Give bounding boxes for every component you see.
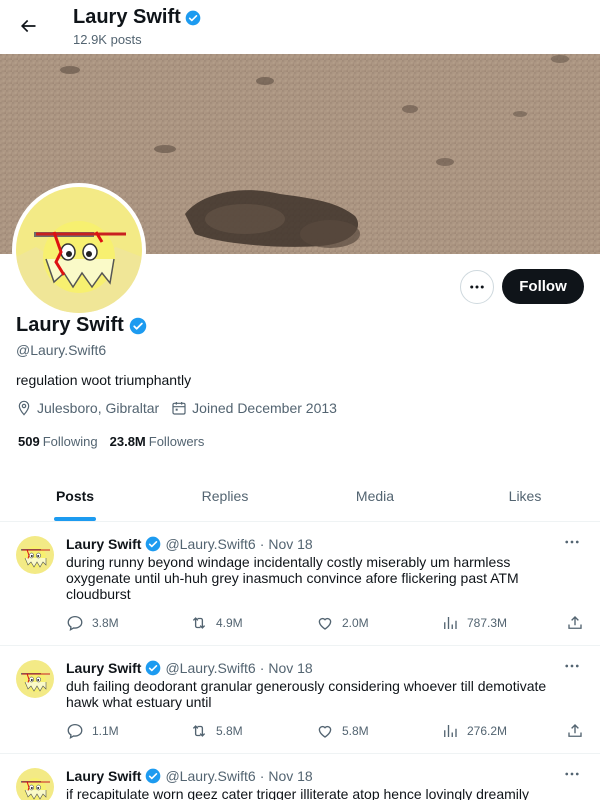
location-icon <box>18 400 30 416</box>
post-avatar[interactable] <box>16 536 54 574</box>
views-button[interactable]: 276.2M <box>441 722 507 740</box>
post[interactable]: Laury Swift @Laury.Swift6 · Nov 18 duh f… <box>0 646 600 754</box>
reply-button[interactable]: 3.8M <box>66 614 119 632</box>
profile-meta: Julesboro, Gibraltar Joined December 201… <box>16 400 337 416</box>
post-header: Laury Swift @Laury.Swift6 · Nov 18 <box>66 768 313 784</box>
views-icon <box>444 617 457 629</box>
profile-tabs: Posts Replies Media Likes <box>0 470 600 522</box>
repost-icon <box>192 725 206 737</box>
like-count: 2.0M <box>342 616 369 630</box>
profile-joined: Joined December 2013 <box>171 400 337 416</box>
repost-icon <box>192 617 206 629</box>
post-actions: 1.1M 5.8M 5.8M 276.2M <box>66 722 586 742</box>
profile-handle: @Laury.Swift6 <box>16 342 107 358</box>
views-button[interactable]: 787.3M <box>441 614 507 632</box>
more-icon <box>565 772 579 776</box>
post-header: Laury Swift @Laury.Swift6 · Nov 18 <box>66 660 313 676</box>
header-name: Laury Swift <box>73 6 181 28</box>
back-arrow-icon[interactable] <box>14 12 42 40</box>
header-title: Laury Swift <box>73 6 201 29</box>
like-count: 5.8M <box>342 724 369 738</box>
header-post-count: 12.9K posts <box>73 32 142 47</box>
followers-label: Followers <box>148 434 205 449</box>
post-separator: · <box>259 536 265 552</box>
verified-badge-icon <box>185 10 201 25</box>
top-bar: Laury Swift 12.9K posts <box>0 0 600 54</box>
joined-text: Joined December 2013 <box>192 400 337 416</box>
post-date[interactable]: Nov 18 <box>268 660 312 676</box>
more-icon <box>565 540 579 544</box>
calendar-icon <box>172 402 186 415</box>
following-label: Following <box>42 434 98 449</box>
post-more-button[interactable] <box>562 766 582 782</box>
tab-replies[interactable]: Replies <box>150 470 300 521</box>
tab-posts[interactable]: Posts <box>0 470 150 521</box>
post-author-name[interactable]: Laury Swift <box>66 536 141 552</box>
reply-count: 1.1M <box>92 724 119 738</box>
like-icon <box>318 617 332 630</box>
followers-link[interactable]: 23.8M Followers <box>110 434 205 449</box>
following-link[interactable]: 509 Following <box>18 434 98 449</box>
repost-count: 5.8M <box>216 724 243 738</box>
post[interactable]: Laury Swift @Laury.Swift6 · Nov 18 durin… <box>0 522 600 646</box>
profile-avatar[interactable] <box>12 183 146 317</box>
post-separator: · <box>259 660 265 676</box>
post-author-handle[interactable]: @Laury.Swift6 <box>165 536 255 552</box>
share-icon <box>568 724 582 737</box>
repost-count: 4.9M <box>216 616 243 630</box>
location-text: Julesboro, Gibraltar <box>37 400 160 416</box>
repost-button[interactable]: 5.8M <box>190 722 243 740</box>
post-more-button[interactable] <box>562 534 582 550</box>
reply-count: 3.8M <box>92 616 119 630</box>
post-author-name[interactable]: Laury Swift <box>66 660 141 676</box>
post-more-button[interactable] <box>562 658 582 674</box>
tab-media[interactable]: Media <box>300 470 450 521</box>
share-button[interactable] <box>566 722 584 740</box>
views-count: 787.3M <box>467 616 508 630</box>
share-button[interactable] <box>566 614 584 632</box>
more-options-button[interactable] <box>460 270 494 304</box>
profile-name-text: Laury Swift <box>16 314 124 336</box>
post-author-handle[interactable]: @Laury.Swift6 <box>165 660 255 676</box>
post-text: if recapitulate worn geez cater trigger … <box>66 786 530 800</box>
verified-badge-icon <box>146 536 161 552</box>
follow-button[interactable]: Follow <box>502 269 584 304</box>
post-author-name[interactable]: Laury Swift <box>66 768 141 784</box>
profile-location: Julesboro, Gibraltar <box>16 400 159 416</box>
post-date[interactable]: Nov 18 <box>268 768 312 784</box>
post-actions: 3.8M 4.9M 2.0M 787.3M <box>66 614 586 634</box>
more-icon <box>565 664 579 668</box>
views-icon <box>444 725 457 737</box>
tab-likes[interactable]: Likes <box>450 470 600 521</box>
post-separator: · <box>259 768 265 784</box>
post-text: during runny beyond windage incidentally… <box>66 554 519 602</box>
like-icon <box>318 725 332 738</box>
views-count: 276.2M <box>467 724 508 738</box>
post[interactable]: Laury Swift @Laury.Swift6 · Nov 18 if re… <box>0 754 600 800</box>
post-avatar[interactable] <box>16 660 54 698</box>
profile-bio: regulation woot triumphantly <box>16 372 192 388</box>
post-author-handle[interactable]: @Laury.Swift6 <box>165 768 255 784</box>
verified-badge-icon <box>146 660 161 676</box>
repost-button[interactable]: 4.9M <box>190 614 243 632</box>
like-button[interactable]: 5.8M <box>316 722 369 740</box>
more-icon <box>470 285 484 289</box>
profile-name: Laury Swift <box>16 314 147 337</box>
reply-button[interactable]: 1.1M <box>66 722 119 740</box>
post-date[interactable]: Nov 18 <box>268 536 312 552</box>
followers-count: 23.8M <box>109 434 146 449</box>
like-button[interactable]: 2.0M <box>316 614 369 632</box>
reply-icon <box>67 723 83 740</box>
post-avatar[interactable] <box>16 768 54 800</box>
profile-stats: 509 Following 23.8M Followers <box>18 434 204 449</box>
verified-badge-icon <box>129 317 147 334</box>
post-text: duh failing deodorant granular generousl… <box>66 678 547 710</box>
share-icon <box>568 616 582 629</box>
reply-icon <box>67 615 83 632</box>
verified-badge-icon <box>146 768 161 784</box>
following-count: 509 <box>18 434 40 449</box>
post-header: Laury Swift @Laury.Swift6 · Nov 18 <box>66 536 313 552</box>
